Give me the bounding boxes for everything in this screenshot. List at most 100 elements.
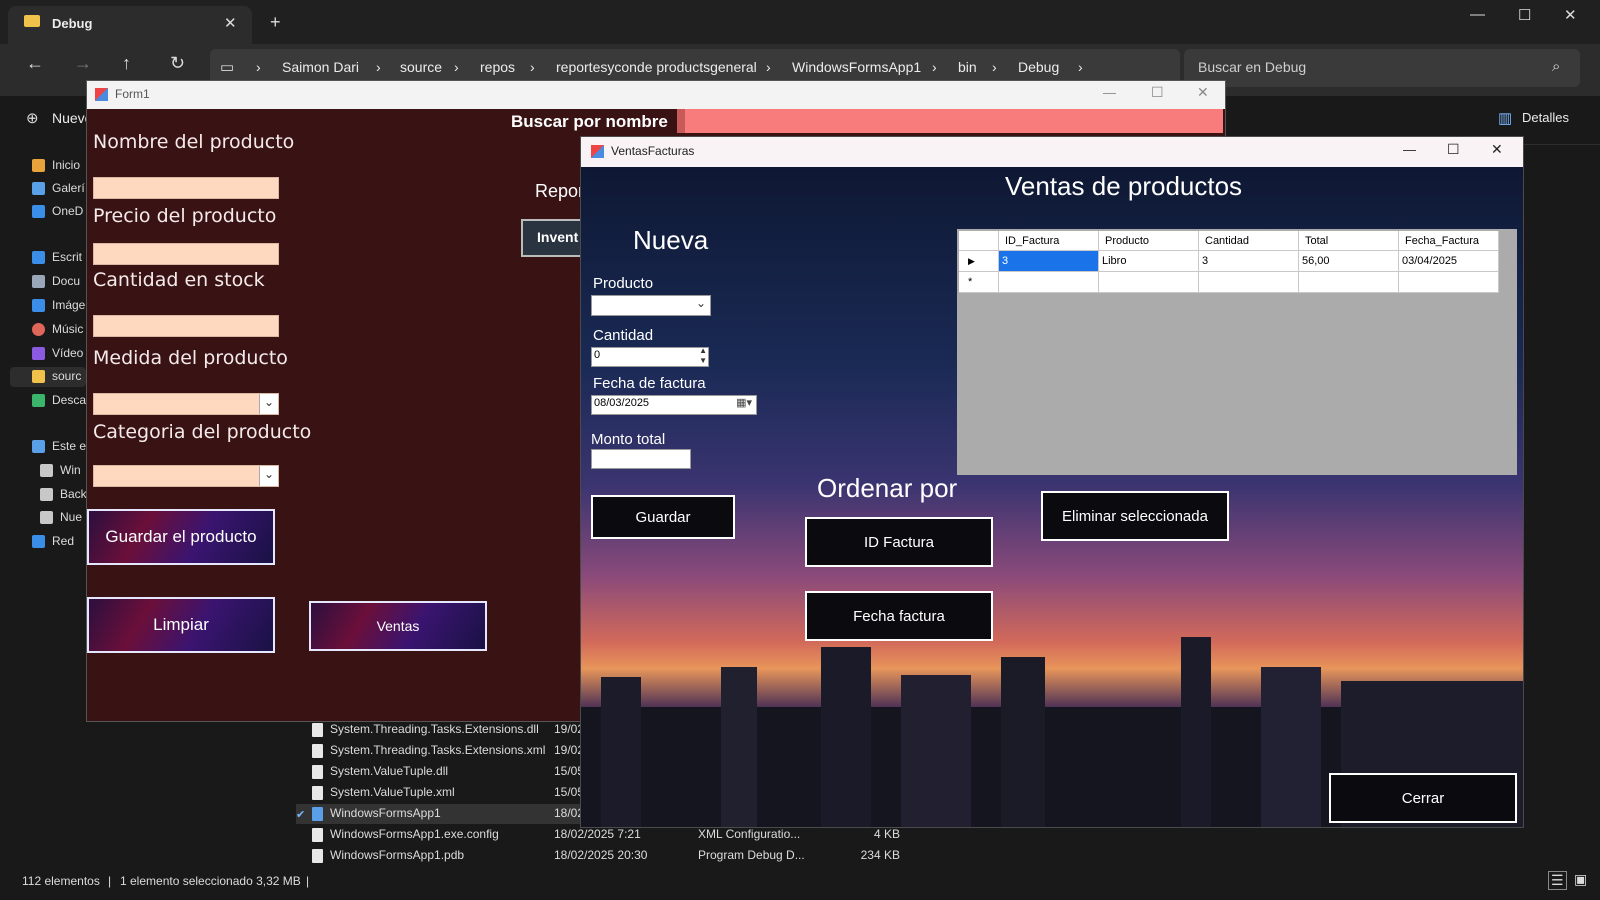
breadcrumb-item[interactable]: Debug: [1018, 59, 1059, 75]
minimize-icon[interactable]: —: [1403, 142, 1416, 157]
grid-column-header[interactable]: Producto: [1099, 231, 1199, 251]
grid-cell[interactable]: [1399, 272, 1499, 293]
grid-cell[interactable]: 56,00: [1299, 251, 1399, 272]
grid-column-header[interactable]: Fecha_Factura: [1399, 231, 1499, 251]
breadcrumb-item[interactable]: Saimon Dari: [282, 59, 359, 75]
minimize-icon[interactable]: —: [1103, 85, 1116, 100]
back-arrow-icon[interactable]: ←: [26, 53, 44, 74]
ventas-button[interactable]: Ventas: [309, 601, 487, 651]
ventas-titlebar[interactable]: VentasFacturas — ☐ ✕: [581, 137, 1523, 167]
breadcrumb-item[interactable]: WindowsFormsApp1: [792, 59, 921, 75]
nav-item[interactable]: OneD: [0, 202, 86, 222]
close-window-icon[interactable]: ✕: [1564, 6, 1577, 24]
fecha-picker[interactable]: 08/03/2025 ▦▾: [591, 395, 757, 415]
nav-item[interactable]: Inicio: [0, 156, 86, 176]
up-arrow-icon[interactable]: ↑: [122, 53, 131, 74]
nav-item[interactable]: Vídeo: [0, 344, 86, 364]
nav-item[interactable]: Red: [0, 532, 86, 552]
grid-cell[interactable]: 3: [1199, 251, 1299, 272]
fecha-value: 08/03/2025: [594, 397, 650, 409]
categoria-select[interactable]: ⌄: [93, 465, 279, 487]
cerrar-button[interactable]: Cerrar: [1329, 773, 1517, 823]
cantidad-input[interactable]: [93, 315, 279, 337]
chevron-down-icon[interactable]: ⌄: [696, 296, 706, 310]
close-icon[interactable]: ✕: [1197, 84, 1209, 101]
sort-id-button[interactable]: ID Factura: [805, 517, 993, 567]
grid-cell[interactable]: [999, 272, 1099, 293]
minimize-icon[interactable]: —: [1470, 6, 1485, 23]
tiles-view-icon[interactable]: ▣: [1574, 871, 1587, 888]
nav-item[interactable]: Este e: [0, 437, 86, 457]
facturas-grid[interactable]: ID_Factura Producto Cantidad Total Fecha…: [957, 229, 1517, 475]
grid-cell[interactable]: [1199, 272, 1299, 293]
close-icon[interactable]: ✕: [1491, 141, 1503, 158]
cantidad-label: Cantidad: [593, 327, 654, 344]
checkbox-checked-icon[interactable]: ✔: [296, 808, 305, 821]
precio-input[interactable]: [93, 243, 279, 265]
search-icon[interactable]: ⌕: [1552, 58, 1560, 75]
file-size: 234 KB: [860, 848, 900, 862]
explorer-tab[interactable]: Debug ✕: [8, 6, 252, 44]
search-input[interactable]: Buscar en Debug ⌕: [1184, 49, 1580, 87]
maximize-icon[interactable]: ☐: [1151, 84, 1164, 101]
status-bar: 112 elementos | 1 elemento seleccionado …: [0, 864, 1600, 900]
maximize-icon[interactable]: ☐: [1518, 6, 1531, 24]
grid-column-header[interactable]: Cantidad: [1199, 231, 1299, 251]
nav-item-label: Escrit: [52, 250, 82, 264]
forward-arrow-icon[interactable]: →: [74, 53, 92, 74]
nav-item[interactable]: Nue: [0, 508, 86, 528]
plus-circle-icon[interactable]: ⊕: [26, 109, 39, 127]
eliminar-button[interactable]: Eliminar seleccionada: [1041, 491, 1229, 541]
nav-item[interactable]: Back: [0, 485, 87, 505]
new-tab-icon[interactable]: +: [270, 12, 281, 33]
new-row-selector[interactable]: *: [959, 272, 999, 293]
nombre-input[interactable]: [93, 177, 279, 199]
nav-item[interactable]: Músic: [0, 320, 86, 340]
breadcrumb-item[interactable]: repos: [480, 59, 515, 75]
spin-up-icon[interactable]: ▲: [699, 346, 707, 355]
details-pane-icon[interactable]: ▥: [1498, 109, 1512, 127]
breadcrumb-item[interactable]: bin: [958, 59, 977, 75]
guardar-button[interactable]: Guardar: [591, 495, 735, 539]
breadcrumb-item[interactable]: reportesyconde productsgeneral: [556, 59, 757, 75]
file-icon: [312, 786, 323, 800]
search-by-name-input[interactable]: [677, 109, 1223, 133]
limpiar-button[interactable]: Limpiar: [87, 597, 275, 653]
grid-cell[interactable]: Libro: [1099, 251, 1199, 272]
nav-item[interactable]: sourc: [10, 367, 86, 387]
details-view-icon[interactable]: ☰: [1548, 871, 1567, 890]
nav-item-label: Inicio: [52, 158, 81, 172]
nav-item[interactable]: Desca: [0, 391, 86, 411]
details-button[interactable]: Detalles: [1522, 110, 1569, 125]
guardar-producto-button[interactable]: Guardar el producto: [87, 509, 275, 565]
nav-item[interactable]: Win: [0, 461, 86, 481]
grid-cell[interactable]: [1099, 272, 1199, 293]
breadcrumb-item[interactable]: source: [400, 59, 442, 75]
gallery-icon: [32, 182, 45, 195]
refresh-icon[interactable]: ↻: [170, 53, 185, 74]
inventario-button[interactable]: Invent: [521, 219, 585, 257]
monto-input[interactable]: [591, 449, 691, 469]
nav-item[interactable]: Imáge: [0, 296, 86, 316]
close-tab-icon[interactable]: ✕: [224, 14, 237, 32]
grid-cell[interactable]: 03/04/2025: [1399, 251, 1499, 272]
input-left-edge: [677, 109, 685, 133]
grid-column-header[interactable]: ID_Factura: [999, 231, 1099, 251]
producto-select[interactable]: ⌄: [591, 295, 711, 316]
calendar-icon[interactable]: ▦▾: [736, 396, 752, 409]
grid-cell[interactable]: 3: [999, 251, 1099, 272]
medida-select[interactable]: ⌄: [93, 393, 279, 415]
file-date: 18/02/2025 20:30: [554, 848, 648, 862]
row-selector[interactable]: ▶: [959, 251, 999, 272]
maximize-icon[interactable]: ☐: [1447, 141, 1460, 158]
computer-icon: ▭: [220, 59, 235, 76]
sort-fecha-button[interactable]: Fecha factura: [805, 591, 993, 641]
grid-column-header[interactable]: Total: [1299, 231, 1399, 251]
grid-cell[interactable]: [1299, 272, 1399, 293]
nav-item[interactable]: Galerí: [0, 179, 86, 199]
spin-down-icon[interactable]: ▼: [699, 356, 707, 365]
form1-titlebar[interactable]: Form1 — ☐ ✕: [87, 81, 1225, 109]
nav-item[interactable]: Docu: [0, 272, 86, 292]
nav-item[interactable]: Escrit: [0, 248, 86, 268]
cantidad-stepper[interactable]: 0 ▲ ▼: [591, 346, 709, 367]
